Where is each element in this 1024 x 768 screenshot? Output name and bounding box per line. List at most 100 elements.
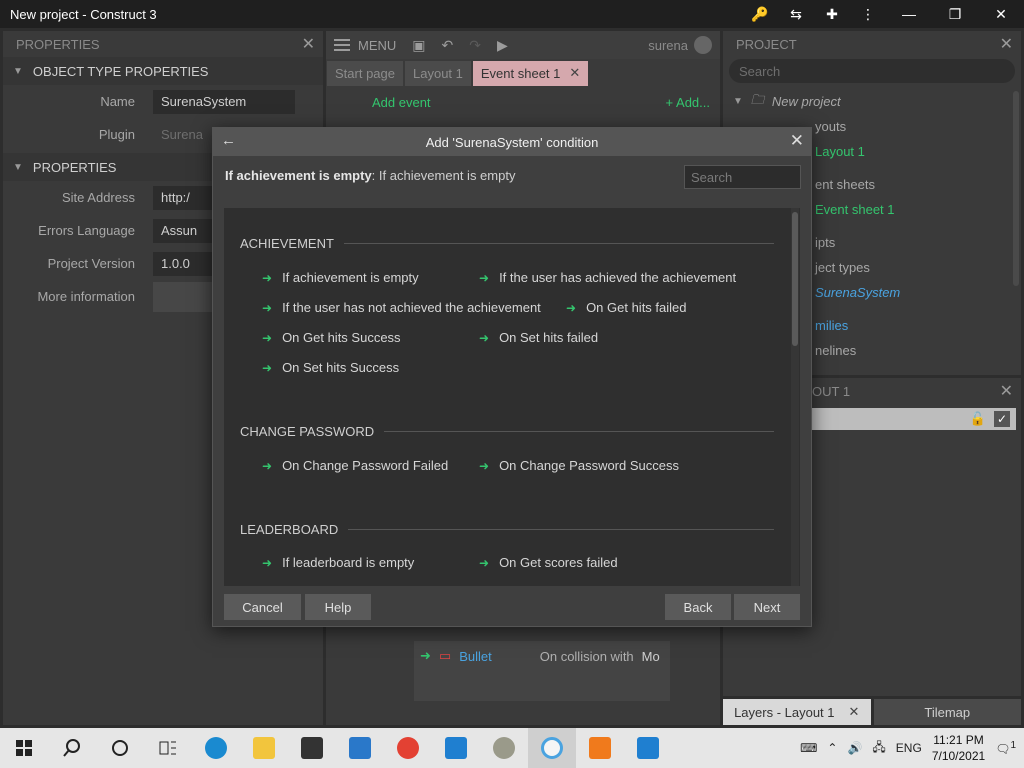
group-label: LEADERBOARD bbox=[240, 522, 339, 537]
close-tab-icon[interactable]: ✕ bbox=[849, 704, 860, 720]
condition-label: On Change Password Success bbox=[499, 458, 679, 473]
arrow-right-icon: ➜ bbox=[262, 270, 273, 285]
name-field[interactable]: SurenaSystem bbox=[153, 89, 295, 114]
puzzle-icon[interactable]: ✚ bbox=[814, 0, 850, 28]
tree-label: ipts bbox=[815, 235, 836, 250]
restore-button[interactable]: ❐ bbox=[932, 0, 978, 28]
cortana-icon[interactable] bbox=[96, 728, 144, 768]
condition-item[interactable]: ➜ On Change Password Failed bbox=[262, 458, 448, 473]
tree-item-project[interactable]: ▼ 🗀 New project bbox=[733, 89, 1021, 114]
bottom-tab-bar: Layers - Layout 1 ✕ Tilemap bbox=[723, 699, 1021, 725]
vscode-icon-2[interactable] bbox=[624, 728, 672, 768]
xampp-icon[interactable] bbox=[576, 728, 624, 768]
tree-label: SurenaSystem bbox=[815, 285, 901, 300]
close-icon[interactable]: ✕ bbox=[790, 131, 804, 151]
project-header-label: PROJECT bbox=[736, 36, 797, 52]
task-view-icon[interactable] bbox=[144, 728, 192, 768]
play-icon[interactable]: ▶ bbox=[497, 37, 508, 54]
avatar[interactable] bbox=[694, 36, 712, 54]
condition-item[interactable]: ➜ On Set hits failed bbox=[479, 330, 598, 345]
condition-item[interactable]: ➜ On Get scores failed bbox=[479, 555, 618, 570]
volume-icon[interactable]: 🔊 bbox=[847, 741, 862, 755]
undo-icon[interactable]: ↶ bbox=[442, 37, 454, 54]
key-icon[interactable]: 🔑 bbox=[742, 0, 778, 28]
tab-layers[interactable]: Layers - Layout 1 ✕ bbox=[723, 699, 871, 725]
tab-event-sheet-1[interactable]: Event sheet 1 ✕ bbox=[472, 60, 589, 86]
group-label: ACHIEVEMENT bbox=[240, 236, 334, 251]
network-icon[interactable]: 🖧 bbox=[872, 738, 885, 759]
condition-label: On Set hits Success bbox=[282, 360, 400, 375]
event-block: ➜ ▭ Bullet On collision with Mo bbox=[414, 641, 670, 701]
construct-icon[interactable] bbox=[528, 728, 576, 768]
vscode-icon[interactable] bbox=[432, 728, 480, 768]
mail-icon[interactable] bbox=[336, 728, 384, 768]
start-button[interactable] bbox=[0, 728, 48, 768]
tab-start-page[interactable]: Start page bbox=[327, 60, 403, 86]
more-vertical-icon[interactable]: ⋮ bbox=[850, 0, 886, 28]
condition-label: On Get hits Success bbox=[282, 330, 401, 345]
language-indicator[interactable]: ENG bbox=[896, 741, 922, 755]
arrow-right-icon: ➜ bbox=[479, 270, 490, 285]
close-icon[interactable]: ✕ bbox=[302, 34, 315, 54]
add-menu-link[interactable]: + Add... bbox=[666, 95, 710, 110]
dialog-title-bar: ← Add 'SurenaSystem' condition ✕ bbox=[213, 128, 811, 156]
condition-item[interactable]: ➜ On Get hits Success bbox=[262, 330, 401, 345]
tab-layout-1[interactable]: Layout 1 bbox=[405, 60, 471, 86]
help-button[interactable]: Help bbox=[305, 594, 371, 620]
arrow-right-icon: ➜ bbox=[262, 300, 273, 315]
tree-label: Event sheet 1 bbox=[815, 202, 895, 217]
add-event-link[interactable]: Add event bbox=[372, 95, 431, 110]
arrow-right-icon: ➜ bbox=[262, 458, 273, 473]
condition-item[interactable]: ➜ If achievement is empty bbox=[262, 270, 419, 285]
menu-button[interactable]: MENU bbox=[334, 36, 396, 54]
translate-icon[interactable]: ⇆ bbox=[778, 0, 814, 28]
event-condition-row[interactable]: ➜ ▭ Bullet On collision with Mo bbox=[414, 641, 670, 671]
keyboard-icon[interactable]: ⌨ bbox=[800, 741, 817, 755]
lock-icon[interactable]: 🔓 bbox=[970, 411, 986, 427]
condition-item[interactable]: ➜ If the user has not achieved the achiev… bbox=[262, 300, 541, 315]
event-object: Bullet bbox=[459, 648, 492, 664]
condition-item[interactable]: ➜ If the user has achieved the achievemen… bbox=[479, 270, 736, 285]
close-window-button[interactable]: ✕ bbox=[978, 0, 1024, 28]
clock[interactable]: 11:21 PM 7/10/2021 bbox=[932, 732, 985, 764]
prop-label: Name bbox=[100, 94, 135, 109]
minimize-button[interactable]: — bbox=[886, 0, 932, 28]
divider bbox=[384, 431, 774, 432]
condition-item[interactable]: ➜ If leaderboard is empty bbox=[262, 555, 414, 570]
condition-label: On Change Password Failed bbox=[282, 458, 449, 473]
divider bbox=[348, 529, 774, 530]
search-icon[interactable] bbox=[48, 728, 96, 768]
tab-tilemap[interactable]: Tilemap bbox=[873, 699, 1021, 725]
project-scrollbar[interactable] bbox=[1013, 91, 1019, 286]
project-search-input[interactable]: Search bbox=[729, 59, 1015, 83]
file-explorer-icon[interactable] bbox=[240, 728, 288, 768]
back-button[interactable]: Back bbox=[665, 594, 731, 620]
event-condition: On collision with bbox=[539, 648, 634, 664]
save-icon[interactable]: ▣ bbox=[412, 37, 425, 54]
notification-icon[interactable]: 🗨1 bbox=[995, 740, 1016, 756]
redo-icon[interactable]: ↷ bbox=[469, 37, 481, 54]
edge-icon[interactable] bbox=[192, 728, 240, 768]
close-icon[interactable]: ✕ bbox=[1000, 34, 1013, 54]
tree-label: milies bbox=[815, 318, 849, 333]
tree-label: nelines bbox=[815, 343, 857, 358]
chevron-up-icon[interactable]: ⌃ bbox=[827, 741, 837, 755]
user-name[interactable]: surena bbox=[648, 38, 688, 53]
condition-item[interactable]: ➜ On Get hits failed bbox=[566, 300, 687, 315]
condition-item[interactable]: ➜ On Change Password Success bbox=[479, 458, 679, 473]
group-leaderboard: LEADERBOARD bbox=[240, 522, 774, 537]
next-button[interactable]: Next bbox=[734, 594, 800, 620]
chrome-icon[interactable] bbox=[384, 728, 432, 768]
event-target: Mo bbox=[641, 648, 660, 664]
checkbox-checked-icon[interactable]: ✓ bbox=[994, 411, 1010, 427]
arrow-left-icon[interactable]: ← bbox=[221, 132, 236, 149]
close-tab-icon[interactable]: ✕ bbox=[569, 65, 580, 81]
list-scrollbar-thumb[interactable] bbox=[792, 212, 798, 346]
dialog-search-input[interactable]: Search bbox=[684, 165, 801, 189]
close-icon[interactable]: ✕ bbox=[1000, 381, 1013, 401]
cancel-button[interactable]: Cancel bbox=[224, 594, 301, 620]
settings-gear-icon[interactable] bbox=[480, 728, 528, 768]
store-icon[interactable] bbox=[288, 728, 336, 768]
object-type-section[interactable]: ▼ OBJECT TYPE PROPERTIES bbox=[3, 57, 323, 85]
condition-item[interactable]: ➜ On Set hits Success bbox=[262, 360, 399, 375]
